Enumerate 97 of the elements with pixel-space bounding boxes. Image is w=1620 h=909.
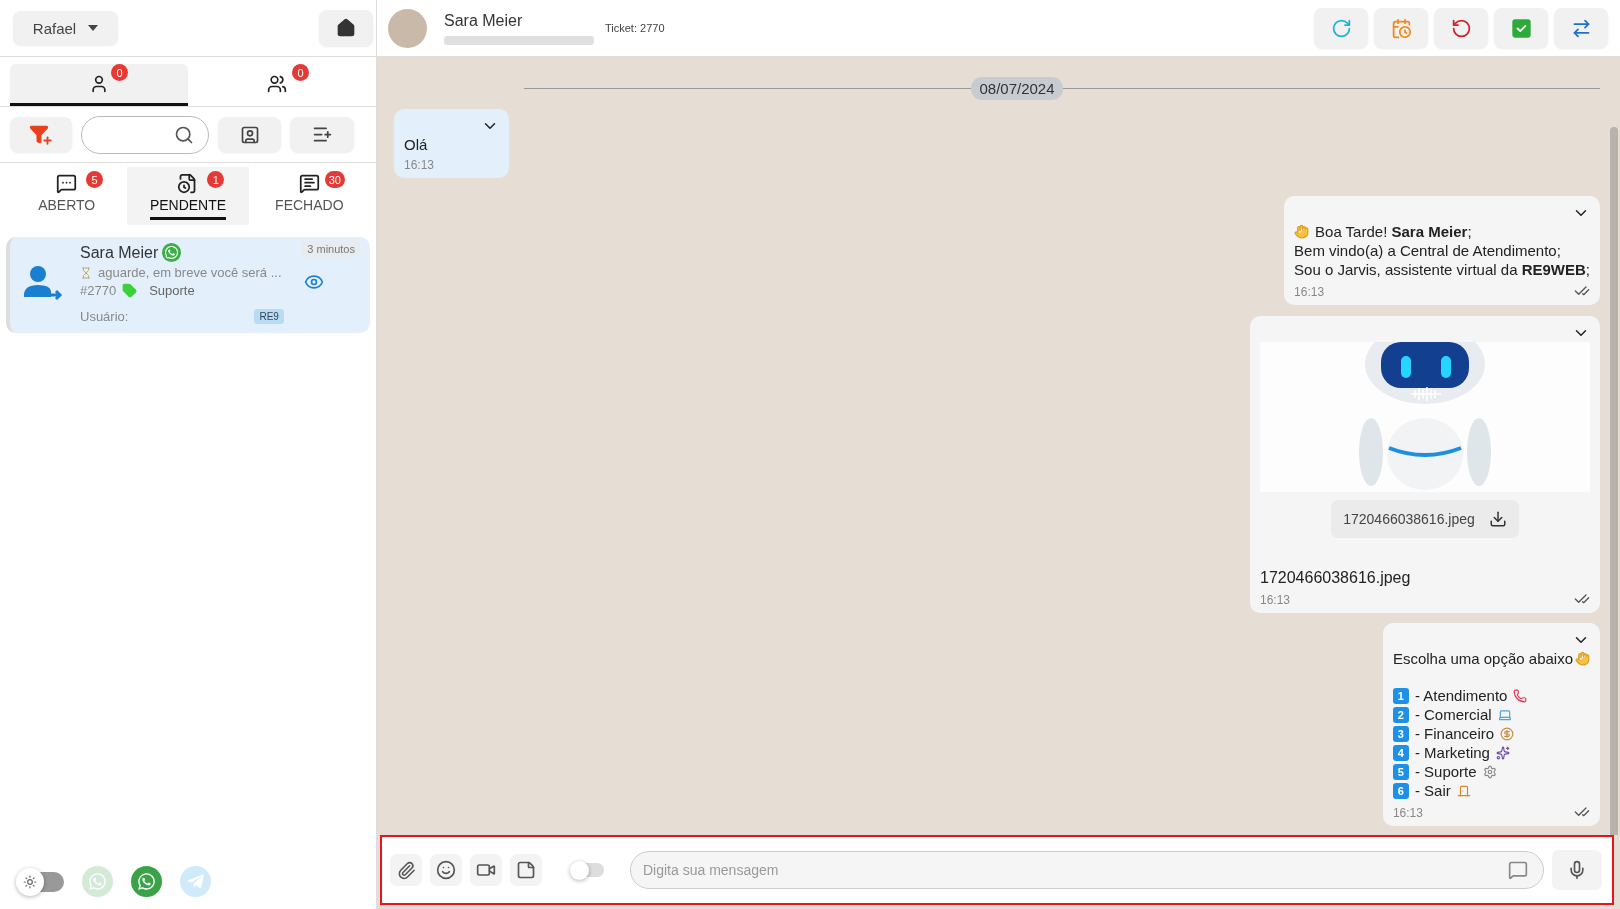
- my-tickets-tab[interactable]: 0: [10, 64, 188, 106]
- status-tab[interactable]: FECHADO 30: [248, 167, 370, 225]
- attach-button[interactable]: [390, 854, 422, 886]
- scrollbar[interactable]: [1610, 127, 1618, 835]
- message-text: Boa Tarde! Sara Meier;: [1315, 222, 1472, 241]
- undo-icon: [1450, 17, 1472, 39]
- sun-icon: [23, 874, 37, 889]
- laptop-icon: [1497, 707, 1512, 722]
- connection-tag: RE9: [254, 309, 284, 324]
- header-action-button[interactable]: [1554, 8, 1608, 48]
- filter-button[interactable]: [10, 117, 72, 152]
- view-icon[interactable]: [304, 272, 324, 292]
- contact-avatar: [388, 8, 427, 48]
- option-text: - Sair: [1414, 781, 1451, 800]
- ticket-number: #2770: [80, 283, 117, 298]
- header-action-button[interactable]: [1494, 8, 1548, 48]
- paperclip-icon: [396, 860, 416, 880]
- person-icon: [89, 73, 109, 94]
- signature-toggle[interactable]: [570, 860, 604, 880]
- waving-hand-icon: [1294, 224, 1310, 239]
- home-icon: [336, 18, 356, 38]
- calendar-clock-icon: [1390, 17, 1412, 39]
- group-tickets-tab[interactable]: 0: [188, 64, 366, 106]
- refresh-icon: [1330, 17, 1352, 39]
- home-button[interactable]: [319, 10, 373, 46]
- ticket-label: Ticket: 2770: [605, 22, 665, 34]
- count-badge: 1: [207, 171, 225, 188]
- contact-name: Sara Meier: [80, 243, 159, 262]
- option-text: - Atendimento: [1414, 686, 1508, 705]
- door-icon: [1456, 783, 1471, 798]
- sticker-button[interactable]: [510, 854, 542, 886]
- whatsapp-icon[interactable]: [131, 866, 162, 897]
- header-action-button[interactable]: [1374, 8, 1428, 48]
- number-key: 6: [1392, 782, 1409, 799]
- message-time: 16:13: [1294, 285, 1325, 299]
- count-badge: 0: [292, 64, 309, 81]
- sticky-note-icon: [516, 860, 536, 880]
- status-tab[interactable]: ABERTO 5: [6, 167, 128, 225]
- user-transfer-icon: [22, 265, 64, 303]
- option-text: - Comercial: [1414, 705, 1492, 724]
- number-key: 1: [1392, 687, 1409, 704]
- hourglass-icon: [80, 266, 92, 279]
- image-caption: 1720466038616.jpeg: [1260, 568, 1412, 587]
- user-menu-button[interactable]: Rafael: [13, 11, 118, 45]
- theme-toggle[interactable]: [16, 866, 64, 897]
- status-tab[interactable]: PENDENTE 1: [127, 167, 249, 225]
- coin-icon: [1500, 726, 1515, 741]
- message-text: Olá: [404, 135, 428, 154]
- queue-label: Suporte: [149, 283, 195, 298]
- message-text: Sou o Jarvis, assistente virtual da RE9WEB;: [1294, 260, 1590, 279]
- message-text: Escolha uma opção abaixo: [1392, 649, 1573, 668]
- caret-icon: [88, 25, 99, 31]
- message-text: Bem vindo(a) a Central de Atendimento;: [1294, 241, 1561, 260]
- gear-icon: [1482, 764, 1497, 779]
- message-lines-icon: [298, 172, 320, 194]
- quick-reply-icon[interactable]: [1508, 860, 1528, 880]
- whatsapp-icon: [162, 243, 182, 262]
- option-text: - Financeiro: [1414, 724, 1495, 743]
- header-action-button[interactable]: [1434, 8, 1488, 48]
- option-text: - Marketing: [1414, 743, 1490, 762]
- phone-icon: [1513, 688, 1528, 703]
- microphone-button[interactable]: [1552, 850, 1602, 890]
- video-message-button[interactable]: [470, 854, 502, 886]
- message-time: 16:13: [404, 158, 435, 172]
- date-divider: 08/07/2024: [971, 76, 1063, 100]
- message-time: 16:13: [1392, 806, 1423, 820]
- file-download-button[interactable]: 1720466038616.jpeg: [1331, 500, 1519, 538]
- hand-icon: [1575, 651, 1590, 666]
- speech-bubble-icon: [56, 172, 78, 194]
- header-action-button[interactable]: [1314, 8, 1368, 48]
- number-key: 4: [1392, 744, 1409, 761]
- message-preview: aguarde, em breve você será ...: [98, 265, 282, 280]
- contact-card-icon: [239, 124, 260, 145]
- new-ticket-button[interactable]: [290, 117, 354, 152]
- ticket-card[interactable]: Sara Meier aguarde, em breve você será ... #2770 Suporte Usuário: RE9 3 minutos: [6, 237, 370, 333]
- count-badge: 0: [111, 64, 128, 81]
- count-badge: 30: [324, 171, 345, 188]
- people-icon: [267, 73, 287, 94]
- message-time: 16:13: [1260, 593, 1291, 607]
- message-input[interactable]: Digita sua mensagem: [630, 851, 1544, 889]
- filter-add-icon: [29, 123, 53, 146]
- number-key: 2: [1392, 706, 1409, 723]
- search-icon: [174, 124, 194, 145]
- option-text: - Suporte: [1414, 762, 1477, 781]
- download-icon: [1488, 510, 1507, 528]
- smiley-icon: [436, 860, 456, 880]
- count-badge: 5: [86, 171, 103, 188]
- emoji-button[interactable]: [430, 854, 462, 886]
- number-key: 5: [1392, 763, 1409, 780]
- number-key: 3: [1392, 725, 1409, 742]
- sparkle-icon: [1495, 745, 1510, 760]
- contact-name: Sara Meier: [444, 11, 524, 30]
- microphone-icon: [1567, 860, 1587, 880]
- contacts-button[interactable]: [218, 117, 281, 152]
- user-label: Usuário:: [80, 309, 129, 324]
- elapsed-time: 3 minutos: [302, 241, 360, 257]
- tag-icon: [122, 283, 138, 298]
